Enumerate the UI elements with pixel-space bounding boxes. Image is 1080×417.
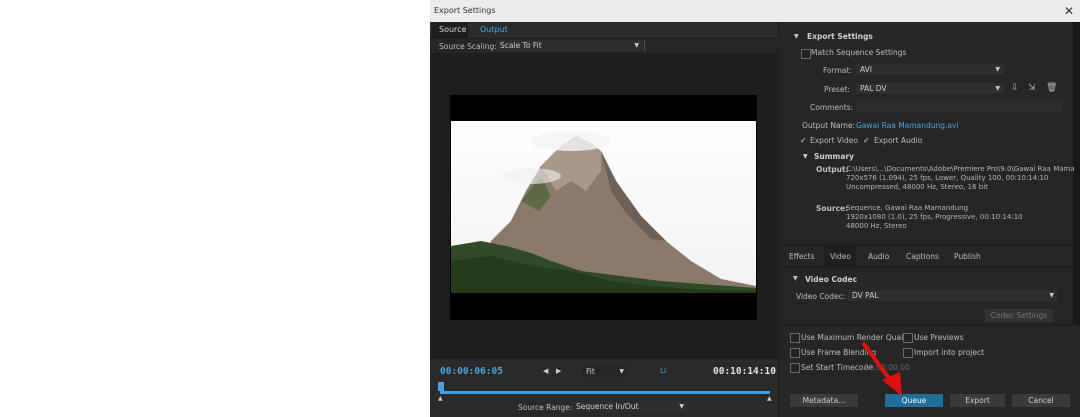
summary-source-line: 48000 Hz, Stereo: [846, 222, 907, 230]
chevron-down-icon: ▼: [995, 66, 1000, 73]
playhead-handle[interactable]: [438, 382, 444, 391]
source-range-label: Source Range:: [518, 403, 573, 412]
save-preset-icon[interactable]: ⇩: [1011, 83, 1019, 93]
export-settings-section: ▼ Export Settings Match Sequence Setting…: [780, 22, 1080, 244]
source-scaling-row: Source Scaling: Scale To Fit ▼: [430, 39, 777, 53]
format-value: AVI: [860, 65, 872, 74]
summary-source-label: Source:: [816, 204, 849, 213]
comments-label: Comments:: [810, 103, 854, 112]
match-sequence-checkbox[interactable]: [801, 49, 811, 59]
tab-video[interactable]: Video: [830, 252, 851, 261]
frame-blending-checkbox[interactable]: [790, 348, 800, 358]
metadata-button[interactable]: Metadata...: [790, 394, 858, 407]
match-sequence-label: Match Sequence Settings: [811, 48, 907, 57]
max-render-checkbox[interactable]: [790, 333, 800, 343]
video-codec-value: DV PAL: [852, 291, 879, 300]
video-codec-header: Video Codec: [805, 275, 858, 284]
format-dropdown[interactable]: AVI ▼: [856, 64, 1004, 75]
preview-panel: Source Output Source Scaling: Scale To F…: [430, 22, 777, 417]
summary-source-line: 1920x1080 (1.0), 25 fps, Progressive, 00…: [846, 213, 1023, 221]
import-preset-icon[interactable]: ⇲: [1028, 83, 1036, 93]
fit-dropdown[interactable]: Fit ▼: [582, 366, 628, 377]
source-scaling-label: Source Scaling:: [439, 42, 497, 51]
export-button[interactable]: Export: [950, 394, 1005, 407]
chevron-down-icon: ▼: [634, 42, 639, 49]
export-video-check-icon[interactable]: ✓: [800, 136, 807, 145]
delete-preset-icon[interactable]: 🗑: [1046, 83, 1057, 93]
tab-effects[interactable]: Effects: [789, 252, 815, 261]
mark-out-icon[interactable]: ▶: [556, 367, 561, 375]
in-point-icon[interactable]: ▲: [438, 395, 443, 402]
settings-panel: ▼ Export Settings Match Sequence Setting…: [780, 22, 1080, 417]
video-codec-dropdown[interactable]: DV PAL ▼: [848, 290, 1058, 301]
fit-value: Fit: [586, 367, 595, 376]
export-settings-header: Export Settings: [807, 32, 873, 41]
comments-input[interactable]: [856, 101, 1062, 112]
timeline-bar: 00:00:06:05 ◀ ▶ Fit ▼ ⊔ 00:10:14:10 ▲ ▲ …: [430, 359, 777, 417]
export-video-label: Export Video: [810, 136, 858, 145]
video-codec-label: Video Codec:: [796, 292, 846, 301]
use-previews-label: Use Previews: [914, 333, 964, 342]
export-options-section: Use Maximum Render Quality Use Previews …: [780, 326, 1080, 417]
divider: [644, 40, 645, 51]
export-audio-label: Export Audio: [874, 136, 923, 145]
collapse-triangle-icon[interactable]: ▼: [794, 33, 799, 40]
settings-tabs: Effects Video Audio Captions Publish: [780, 246, 1072, 266]
chevron-down-icon: ▼: [995, 85, 1000, 92]
codec-settings-button[interactable]: Codec Settings: [985, 309, 1053, 322]
source-output-tabs: Source Output: [430, 22, 777, 38]
summary-output-line: C:\Users\...\Documents\Adobe\Premiere Pr…: [846, 165, 1080, 173]
summary-output-line: 720x576 (1.094), 25 fps, Lower, Quality …: [846, 174, 1049, 182]
preset-value: PAL DV: [860, 84, 887, 93]
red-arrow-annotation: [862, 342, 902, 396]
codec-collapse-icon[interactable]: ▼: [793, 275, 798, 282]
source-scaling-dropdown[interactable]: Scale To Fit ▼: [496, 40, 643, 51]
preset-label: Preset:: [824, 85, 850, 94]
out-point-icon[interactable]: ▲: [767, 395, 772, 402]
end-timecode: 00:10:14:10: [713, 366, 776, 377]
video-preview: [450, 95, 757, 320]
title-bar: Export Settings ✕: [430, 0, 1080, 22]
chevron-down-icon: ▼: [679, 403, 684, 410]
window-title: Export Settings: [434, 6, 496, 15]
chevron-down-icon: ▼: [619, 368, 624, 375]
summary-source-line: Sequence, Gawai Raa Mamandung: [846, 204, 969, 212]
chevron-down-icon: ▼: [1049, 292, 1054, 299]
safe-margins-icon[interactable]: ⊔: [660, 366, 666, 375]
source-scaling-value: Scale To Fit: [500, 41, 542, 50]
mark-in-icon[interactable]: ◀: [543, 367, 548, 375]
summary-collapse-icon[interactable]: ▼: [803, 153, 808, 160]
format-label: Format:: [823, 66, 852, 75]
preset-dropdown[interactable]: PAL DV ▼: [856, 83, 1004, 94]
source-range-dropdown[interactable]: Sequence In/Out ▼: [572, 401, 688, 412]
start-timecode-checkbox[interactable]: [790, 363, 800, 373]
timeline-track[interactable]: [440, 391, 770, 394]
summary-output-line: Uncompressed, 48000 Hz, Stereo, 16 bit: [846, 183, 988, 191]
close-icon[interactable]: ✕: [1064, 4, 1074, 18]
output-name-link[interactable]: Gawai Raa Mamandung.avi: [856, 121, 958, 130]
tab-captions[interactable]: Captions: [906, 252, 939, 261]
export-audio-check-icon[interactable]: ✓: [863, 136, 870, 145]
summary-output-label: Output:: [816, 165, 849, 174]
tab-publish[interactable]: Publish: [954, 252, 981, 261]
current-timecode[interactable]: 00:00:06:05: [440, 366, 503, 377]
settings-scrollbar[interactable]: [1074, 22, 1080, 324]
mountain-frame-image: [451, 121, 756, 293]
import-project-label: Import into project: [914, 348, 985, 357]
cancel-button[interactable]: Cancel: [1012, 394, 1070, 407]
summary-header: Summary: [814, 152, 855, 161]
tab-output[interactable]: Output: [480, 25, 508, 34]
export-settings-dialog: Export Settings ✕ Source Output Source S…: [430, 0, 1080, 417]
source-range-value: Sequence In/Out: [576, 402, 639, 411]
tab-audio[interactable]: Audio: [868, 252, 889, 261]
output-name-label: Output Name:: [802, 121, 856, 130]
video-codec-section: ▼ Video Codec Video Codec: DV PAL ▼ Code…: [780, 268, 1072, 324]
tab-source[interactable]: Source: [439, 25, 466, 34]
